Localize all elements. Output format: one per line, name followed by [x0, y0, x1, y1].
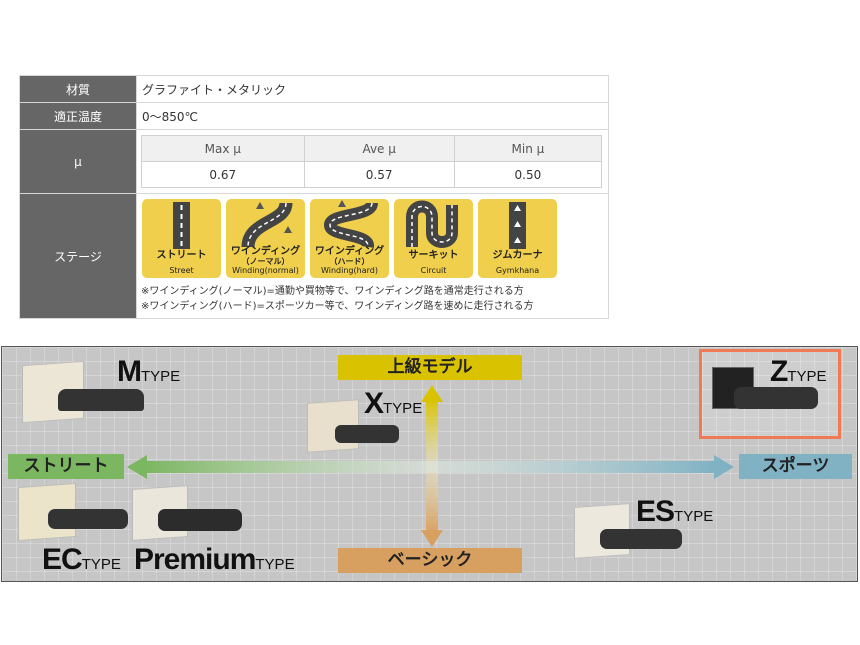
street-road-icon — [173, 202, 190, 249]
stage-circuit-label: サーキット — [408, 250, 459, 261]
premium-type-label: PremiumTYPE — [134, 543, 295, 576]
stage-circuit: サーキット Circuit — [394, 199, 473, 278]
mu-table: Max μ Ave μ Min μ 0.67 0.57 0.50 — [141, 135, 603, 188]
m-type-label: MTYPE — [117, 355, 181, 388]
es-type-product-image — [574, 503, 682, 559]
stage-street-en: Street — [169, 266, 194, 275]
ec-type-label: ECTYPE — [42, 543, 121, 576]
stage-gymkhana-en: Gymkhana — [495, 266, 540, 275]
stage-winding-hard-label: ワインディング （ハード） — [314, 246, 385, 267]
street-axis-label: ストリート — [8, 454, 124, 479]
mu-value-ave: 0.57 — [303, 161, 455, 188]
winding-road-icon — [241, 201, 293, 248]
temp-label: 適正温度 — [19, 102, 137, 130]
mu-header-ave: Ave μ — [303, 135, 455, 162]
temp-value: 0～850℃ — [136, 102, 609, 130]
mu-value-min: 0.50 — [453, 161, 603, 188]
x-type-label: XTYPE — [364, 387, 423, 420]
circuit-road-icon — [406, 200, 458, 248]
premium-type-product-image — [132, 485, 242, 541]
mu-value-max: 0.67 — [141, 161, 305, 188]
material-value: グラファイト・メタリック — [136, 75, 609, 103]
spec-table: 材質 グラファイト・メタリック 適正温度 0～850℃ μ Max μ Ave … — [19, 75, 609, 319]
note-winding-normal: ※ワインディング(ノーマル)=通勤や買物等で、ワインディング路を通常走行される方 — [141, 286, 524, 297]
mu-header-min: Min μ — [453, 135, 603, 162]
z-type-product-image — [712, 367, 818, 409]
basic-label: ベーシック — [338, 548, 522, 573]
winding-hard-road-icon — [323, 200, 378, 249]
z-type-label: ZTYPE — [770, 355, 827, 388]
stage-gymkhana: ジムカーナ Gymkhana — [478, 199, 557, 278]
x-type-product-image — [307, 399, 399, 453]
positioning-map: 上級モデル ベーシック ストリート スポーツ MTYPE XTYPE ZTYPE… — [1, 346, 858, 582]
stage-label: ステージ — [19, 193, 137, 319]
mu-label: μ — [19, 129, 137, 194]
es-type-label: ESTYPE — [636, 495, 714, 528]
stage-winding-normal-en: Winding(normal) — [232, 266, 299, 275]
stage-circuit-en: Circuit — [420, 266, 447, 275]
upper-model-label: 上級モデル — [338, 355, 522, 380]
mu-header-max: Max μ — [141, 135, 305, 162]
stage-gymkhana-label: ジムカーナ — [492, 250, 543, 261]
note-winding-hard: ※ワインディング(ハード)=スポーツカー等で、ワインディング路を速めに走行される… — [141, 301, 534, 312]
stage-winding-hard-en: Winding(hard) — [321, 266, 378, 275]
stage-winding-hard: ワインディング （ハード） Winding(hard) — [310, 199, 389, 278]
stage-winding-normal: ワインディング （ノーマル） Winding(normal) — [226, 199, 305, 278]
gymkhana-road-icon — [509, 202, 526, 249]
material-label: 材質 — [19, 75, 137, 103]
stage-winding-normal-label: ワインディング （ノーマル） — [230, 246, 301, 267]
stage-street: ストリート Street — [142, 199, 221, 278]
ec-type-product-image — [18, 482, 128, 542]
stage-icons: ストリート Street ワインディング （ノーマル） Winding(norma… — [142, 199, 608, 278]
sports-axis-label: スポーツ — [739, 454, 852, 479]
stage-street-label: ストリート — [156, 250, 207, 261]
m-type-product-image — [22, 360, 144, 424]
